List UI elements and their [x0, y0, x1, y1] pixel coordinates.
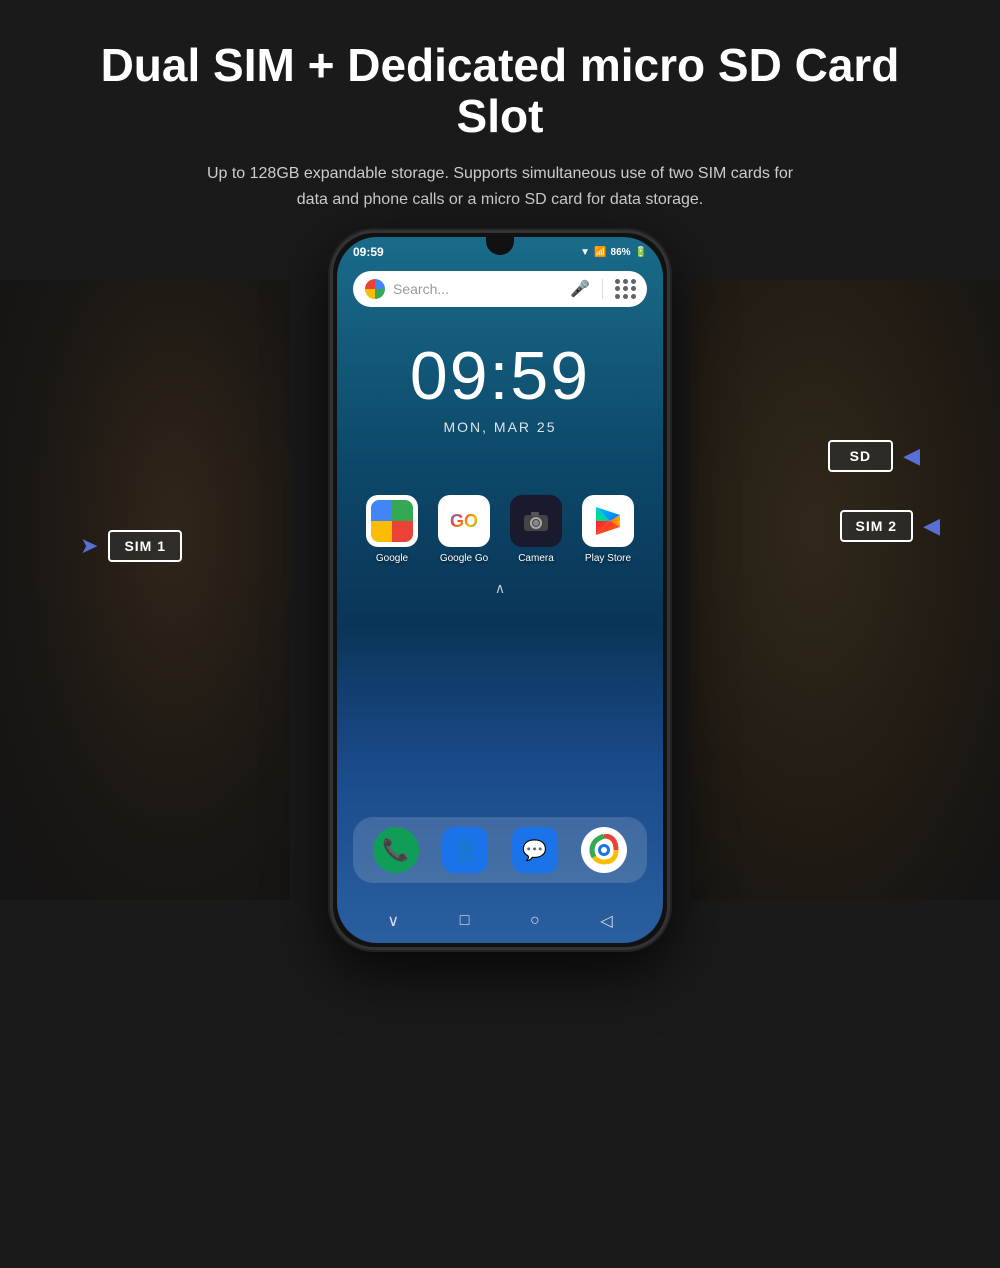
signal-icon: 📶 — [594, 247, 606, 258]
app-google[interactable]: Google — [366, 495, 418, 564]
sim2-label-group: ◀ SIM 2 — [840, 510, 941, 542]
nav-recents[interactable]: □ — [460, 912, 470, 930]
sim2-box: SIM 2 — [840, 510, 914, 542]
google-label: Google — [376, 553, 408, 564]
phone-shell: 09:59 ▼ 📶 86% 🔋 Search... 🎤 — [330, 230, 670, 950]
main-title: Dual SIM + Dedicated micro SD Card Slot — [80, 40, 920, 141]
phone-mockup: 09:59 ▼ 📶 86% 🔋 Search... 🎤 — [330, 230, 670, 950]
app-google-go[interactable]: GO Google Go — [438, 495, 490, 564]
google-go-label: Google Go — [440, 553, 488, 564]
google-go-text: GO — [450, 511, 478, 532]
camera-label: Camera — [518, 553, 554, 564]
search-placeholder: Search... — [393, 281, 562, 297]
clock-date: MON, MAR 25 — [337, 419, 663, 435]
nav-down[interactable]: ∨ — [387, 911, 399, 931]
bg-left-people — [0, 280, 290, 900]
google-go-icon-box: GO — [438, 495, 490, 547]
sim1-label-group: ➤ SIM 1 — [80, 530, 182, 562]
playstore-icon-box — [582, 495, 634, 547]
sim1-box: SIM 1 — [108, 530, 182, 562]
sd-box: SD — [828, 440, 893, 472]
chevron-up[interactable]: ∧ — [337, 580, 663, 597]
clock-display: 09:59 MON, MAR 25 — [337, 337, 663, 435]
wifi-icon: ▼ — [580, 247, 590, 258]
camera-icon-box — [510, 495, 562, 547]
app-icons-row: Google GO Google Go — [337, 495, 663, 564]
google-logo — [365, 279, 385, 299]
nav-home[interactable]: ○ — [530, 912, 540, 930]
google-icon-box — [366, 495, 418, 547]
phone-dock-icon[interactable]: 📞 — [373, 827, 419, 873]
top-section: Dual SIM + Dedicated micro SD Card Slot … — [0, 0, 1000, 232]
sd-arrow: ◀ — [903, 443, 920, 469]
nav-back[interactable]: ◁ — [600, 911, 612, 931]
clock-time: 09:59 — [337, 337, 663, 415]
google-inner — [371, 500, 413, 542]
messages-dock-icon[interactable]: 💬 — [512, 827, 558, 873]
chrome-dock-icon[interactable] — [581, 827, 627, 873]
nav-bar: ∨ □ ○ ◁ — [337, 911, 663, 931]
app-camera[interactable]: Camera — [510, 495, 562, 564]
mic-icon: 🎤 — [570, 279, 590, 299]
contacts-dock-icon[interactable]: 👤 — [442, 827, 488, 873]
status-time: 09:59 — [353, 245, 384, 259]
dock: 📞 👤 💬 — [353, 817, 647, 883]
play-store-label: Play Store — [585, 553, 631, 564]
sim2-arrow: ◀ — [923, 513, 940, 539]
search-bar[interactable]: Search... 🎤 — [353, 271, 647, 307]
chrome-svg — [588, 834, 620, 866]
apps-grid-icon — [615, 279, 635, 299]
status-icons: ▼ 📶 86% 🔋 — [580, 247, 647, 258]
battery-icon: 🔋 — [635, 247, 647, 258]
app-play-store[interactable]: Play Store — [582, 495, 634, 564]
divider — [602, 279, 603, 299]
playstore-svg — [592, 505, 624, 537]
camera-svg — [521, 506, 551, 536]
battery-text: 86% — [611, 247, 631, 258]
phone-screen: 09:59 ▼ 📶 86% 🔋 Search... 🎤 — [337, 237, 663, 943]
sd-label-group: ◀ SD — [828, 440, 920, 472]
sim1-arrow: ➤ — [80, 533, 98, 559]
bg-right-people — [690, 280, 1000, 900]
subtitle-text: Up to 128GB expandable storage. Supports… — [200, 161, 800, 212]
